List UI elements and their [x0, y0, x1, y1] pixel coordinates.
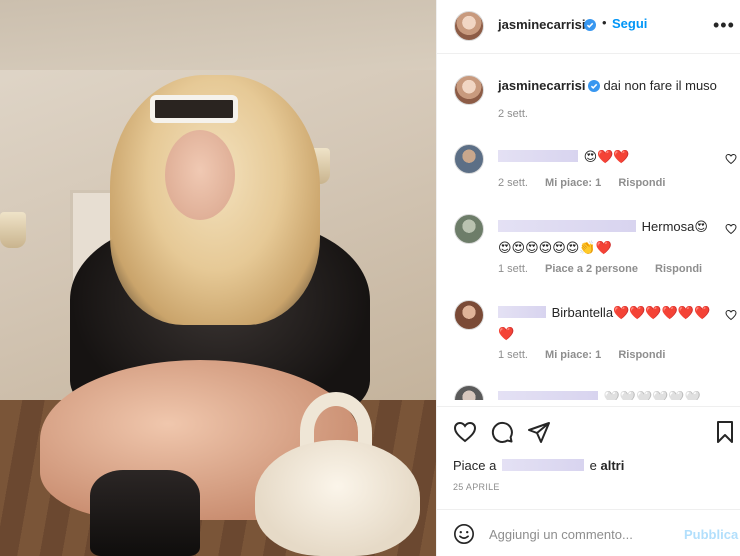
comment-text: Hermosa😍😍😍😍😍😍😍👏❤️ — [498, 216, 714, 258]
more-options-icon[interactable]: ••• — [713, 16, 735, 34]
author-avatar[interactable] — [454, 11, 484, 41]
comment-meta: 2 sett. Mi piace: 1 Rispondi — [498, 177, 679, 189]
header-separator: • — [602, 15, 607, 30]
caption-text-row: jasminecarrisi dai non fare il muso — [498, 77, 728, 95]
photo-boot — [90, 470, 200, 556]
commenter-avatar[interactable] — [454, 144, 484, 174]
caption-author-avatar[interactable] — [454, 75, 484, 105]
reply-button[interactable]: Rispondi — [618, 349, 665, 361]
post-header: jasminecarrisi • Segui ••• — [437, 0, 740, 54]
redacted-username — [498, 150, 578, 162]
reply-button[interactable]: Rispondi — [655, 263, 702, 275]
likes-conjunction: e — [589, 458, 597, 473]
comment-text: Birbantella❤️❤️❤️❤️❤️❤️❤️ — [498, 302, 714, 344]
redacted-username — [498, 220, 636, 232]
post-date[interactable]: 25 APRILE — [453, 482, 500, 492]
heart-icon[interactable] — [725, 153, 737, 165]
likes-prefix: Piace a — [453, 458, 497, 473]
commenter-avatar[interactable] — [454, 385, 484, 400]
commenter-avatar[interactable] — [454, 214, 484, 244]
bookmark-icon[interactable] — [713, 420, 737, 444]
photo-wall-lamp — [0, 212, 26, 248]
redacted-username — [502, 459, 584, 471]
comment-input[interactable] — [489, 522, 679, 546]
photo-face — [165, 130, 235, 220]
post-actions-bar — [437, 406, 740, 448]
comment-body: 😍❤️❤️ — [583, 149, 630, 164]
comment-likes-count[interactable]: Mi piace: 1 — [545, 349, 601, 361]
post-side-panel: jasminecarrisi • Segui ••• jasminecarris… — [436, 0, 740, 556]
publish-button[interactable]: Pubblica — [684, 527, 738, 542]
reply-button[interactable]: Rispondi — [618, 177, 665, 189]
comment-composer: Pubblica — [437, 509, 740, 556]
comment-timestamp[interactable]: 1 sett. — [498, 263, 528, 275]
likes-others-link[interactable]: altri — [600, 458, 624, 473]
comment-meta: 1 sett. Mi piace: 1 Rispondi — [498, 349, 679, 361]
redacted-username — [498, 306, 546, 318]
comment-likes-count[interactable]: Mi piace: 1 — [545, 177, 601, 189]
comment-text: 🤍🤍🤍🤍🤍🤍 — [498, 387, 714, 400]
post-photo[interactable] — [0, 0, 436, 556]
follow-button[interactable]: Segui — [612, 16, 647, 31]
commenter-avatar[interactable] — [454, 300, 484, 330]
comment-icon[interactable] — [490, 420, 514, 444]
comment-likes-count[interactable]: Piace a 2 persone — [545, 263, 638, 275]
caption-author-username[interactable]: jasminecarrisi — [498, 78, 585, 93]
caption-timestamp[interactable]: 2 sett. — [498, 108, 528, 120]
photo-sunglasses — [150, 95, 238, 123]
paper-plane-icon[interactable] — [527, 420, 551, 444]
comment-text: 😍❤️❤️ — [498, 146, 714, 167]
verified-badge-icon — [584, 19, 596, 31]
verified-badge-icon — [588, 80, 601, 92]
photo-bag — [255, 440, 420, 556]
comment-timestamp[interactable]: 1 sett. — [498, 349, 528, 361]
comment-meta: 1 sett. Piace a 2 persone Rispondi — [498, 263, 716, 275]
heart-icon[interactable] — [725, 309, 737, 321]
heart-icon[interactable] — [725, 223, 737, 235]
author-username[interactable]: jasminecarrisi — [498, 17, 585, 32]
redacted-username — [498, 391, 598, 400]
caption-body: dai non fare il muso — [603, 78, 717, 93]
heart-icon[interactable] — [453, 420, 477, 444]
smiley-icon[interactable] — [453, 523, 475, 545]
comments-list[interactable]: jasminecarrisi dai non fare il muso 2 set… — [437, 55, 740, 400]
photo-ceiling — [0, 0, 436, 70]
likes-summary[interactable]: Piace a e altri — [453, 458, 624, 473]
comment-timestamp[interactable]: 2 sett. — [498, 177, 528, 189]
comment-body: 🤍🤍🤍🤍🤍🤍 — [603, 390, 701, 400]
